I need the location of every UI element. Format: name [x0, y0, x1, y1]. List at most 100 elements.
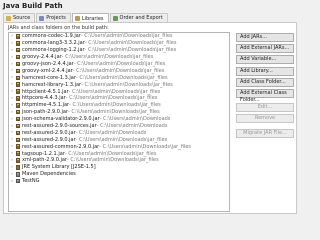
jar-icon	[16, 130, 20, 136]
tree-row-name: hamcrest-core-1.3.jar	[22, 74, 76, 81]
jar-icon	[16, 144, 20, 149]
jar-icon	[16, 151, 20, 156]
expand-chevron-icon[interactable]: ›	[9, 103, 15, 108]
add-external-class-folder-button[interactable]: Add External Class Folder...	[236, 88, 294, 103]
tree-row[interactable]: › rest-assured-common-2.9.0.jar - C:\User…	[9, 143, 229, 150]
edit-button[interactable]: Edit...	[236, 103, 294, 113]
expand-chevron-icon[interactable]: ›	[9, 55, 15, 60]
tree-row-path: - C:\Users\admin\Downloads\jar_files	[73, 61, 166, 67]
tree-row[interactable]: › hamcrest-library-1.3.jar - C:\Users\adm…	[9, 81, 229, 88]
expand-chevron-icon[interactable]: ›	[9, 75, 15, 80]
expand-chevron-icon[interactable]: ›	[9, 151, 15, 156]
migrate-jar-button[interactable]: Migrate JAR File...	[236, 128, 294, 138]
tab-order-export[interactable]: Order and Export	[109, 13, 168, 22]
tree-row-name: hamcrest-library-1.3.jar	[22, 81, 82, 88]
tree-row[interactable]: › httpcore-4.4.3.jar - C:\Users\admin\Dow…	[9, 95, 229, 102]
tree-row-name: rest-assured-2.9.0-sources.jar	[22, 123, 97, 130]
jar-icon	[16, 137, 20, 143]
tree-row[interactable]: › json-path-2.9.0.jar - C:\Users\admin\Do…	[9, 109, 229, 116]
tree-row[interactable]: › rest-assured-2.9.0.jar - C:\Users\admin…	[9, 129, 229, 136]
expand-chevron-icon[interactable]: ›	[9, 137, 15, 142]
add-library-button[interactable]: Add Library...	[236, 66, 294, 76]
tree-row-name: httpclient-4.5.1.jar	[22, 88, 69, 95]
expand-chevron-icon[interactable]: ›	[9, 165, 15, 170]
expand-chevron-icon[interactable]: ›	[9, 158, 15, 163]
tree-row[interactable]: › Maven Dependencies	[9, 171, 229, 178]
add-variable-button[interactable]: Add Variable...	[236, 55, 294, 65]
tree-row[interactable]: › commons-codec-1.9.jar - C:\Users\admin\…	[9, 33, 229, 40]
jar-icon	[16, 41, 20, 46]
tab-source-label: Source	[13, 15, 31, 21]
remove-button[interactable]: Remove	[236, 114, 294, 124]
tree-row-path: - C:\Users\admin\Downloads\jar_files	[75, 136, 168, 143]
tree-row[interactable]: › JRE System Library [J2SE-1.5]	[9, 164, 229, 171]
tree-row-name: xml-path-2.9.0.jar	[22, 157, 68, 164]
expand-chevron-icon[interactable]: ›	[9, 172, 15, 177]
expand-chevron-icon[interactable]: ›	[9, 96, 15, 101]
tree-row[interactable]: › groovy-2.4.4.jar - C:\Users\admin\Downl…	[9, 54, 229, 61]
tree-row[interactable]: › xml-path-2.9.0.jar - C:\Users\admin\Dow…	[9, 157, 229, 164]
expand-chevron-icon[interactable]: ›	[9, 34, 15, 39]
library-icon	[16, 172, 20, 177]
order-export-icon	[112, 15, 118, 21]
tree-row[interactable]: › TestNG	[9, 178, 229, 185]
tree-row-path: - C:\Users\admin\Downloads\jar_files	[84, 47, 177, 54]
expand-chevron-icon[interactable]: ›	[9, 68, 15, 73]
expand-chevron-icon[interactable]: ›	[9, 48, 15, 53]
expand-chevron-icon[interactable]: ›	[9, 124, 15, 129]
projects-icon	[39, 15, 45, 21]
tab-projects[interactable]: Projects	[36, 13, 71, 22]
add-external-jars-button[interactable]: Add External JARs...	[236, 44, 294, 54]
tree-row-path: - C:\Users\admin\Downloads\jar_files	[61, 54, 154, 61]
tree-row-name: tagsoup-1.2.1.jar	[22, 150, 65, 157]
tree-row-path: - C:\Users\admin\Downloads\jar_files	[64, 150, 157, 157]
tree-row-name: commons-codec-1.9.jar	[22, 33, 81, 40]
add-class-folder-button[interactable]: Add Class Folder...	[236, 77, 294, 87]
jar-icon	[16, 47, 20, 53]
tree-row[interactable]: › groovy-json-2.4.4.jar - C:\Users\admin\…	[9, 61, 229, 68]
tab-libraries-label: Libraries	[81, 15, 104, 22]
jar-icon	[16, 123, 20, 129]
tree-row[interactable]: › rest-assured-2.9.0.jar - C:\Users\admin…	[9, 136, 229, 143]
tree-row-name: groovy-json-2.4.4.jar	[22, 61, 74, 67]
expand-chevron-icon[interactable]: ›	[9, 41, 15, 46]
jar-icon	[16, 103, 20, 108]
tree-row[interactable]: › httpclient-4.5.1.jar - C:\Users\admin\D…	[9, 88, 229, 95]
jar-icon	[16, 158, 20, 163]
build-path-tree[interactable]: › commons-codec-1.9.jar - C:\Users\admin\…	[8, 32, 230, 212]
libraries-panel: JARs and class folders on the build path…	[3, 22, 297, 214]
tree-row[interactable]: › json-schema-validator-2.9.0.jar - C:\Us…	[9, 116, 229, 123]
tree-row[interactable]: › commons-logging-1.2.jar - C:\Users\admi…	[9, 47, 229, 54]
expand-chevron-icon[interactable]: ›	[9, 179, 15, 184]
expand-chevron-icon[interactable]: ›	[9, 110, 15, 115]
tree-row[interactable]: › commons-lang3-3.3.2.jar - C:\Users\admi…	[9, 40, 229, 47]
library-icon	[16, 165, 20, 170]
build-path-caption: JARs and class folders on the build path…	[8, 25, 109, 31]
tree-row[interactable]: › rest-assured-2.9.0-sources.jar - C:\Use…	[9, 123, 229, 130]
tree-row-name: Maven Dependencies	[22, 171, 76, 178]
expand-chevron-icon[interactable]: ›	[9, 117, 15, 122]
jar-icon	[16, 34, 20, 39]
dialog-title: Java Build Path	[3, 2, 63, 10]
tree-row[interactable]: › groovy-xml-2.4.4.jar - C:\Users\admin\D…	[9, 67, 229, 74]
tree-row-path: - C:\Users\admin\Downloads\jar_files	[65, 95, 158, 102]
expand-chevron-icon[interactable]: ›	[9, 144, 15, 149]
tree-row[interactable]: › httpmime-4.5.1.jar - C:\Users\admin\Dow…	[9, 102, 229, 109]
tree-row-name: rest-assured-2.9.0.jar	[22, 129, 76, 136]
tree-row-name: commons-logging-1.2.jar	[22, 47, 85, 54]
tree-row-name: json-schema-validator-2.9.0.jar	[22, 116, 100, 123]
tree-row-path: - C:\Users\admin\Downloads\jar_files	[68, 109, 160, 116]
tab-source[interactable]: Source	[3, 13, 36, 22]
expand-chevron-icon[interactable]: ›	[9, 62, 15, 67]
jar-icon	[16, 61, 20, 67]
tree-row[interactable]: › hamcrest-core-1.3.jar - C:\Users\admin\…	[9, 74, 229, 81]
tree-row[interactable]: › tagsoup-1.2.1.jar - C:\Users\admin\Down…	[9, 150, 229, 157]
add-jars-button[interactable]: Add JARs...	[236, 33, 294, 42]
expand-chevron-icon[interactable]: ›	[9, 82, 15, 87]
tab-bar: Source Projects Libraries Order and Expo…	[3, 13, 169, 23]
expand-chevron-icon[interactable]: ›	[9, 130, 15, 135]
libraries-icon	[74, 16, 80, 21]
tree-row-path: - C:\Users\admin\Downloads\jar_files	[80, 33, 173, 40]
expand-chevron-icon[interactable]: ›	[9, 89, 15, 94]
library-icon	[16, 178, 20, 184]
